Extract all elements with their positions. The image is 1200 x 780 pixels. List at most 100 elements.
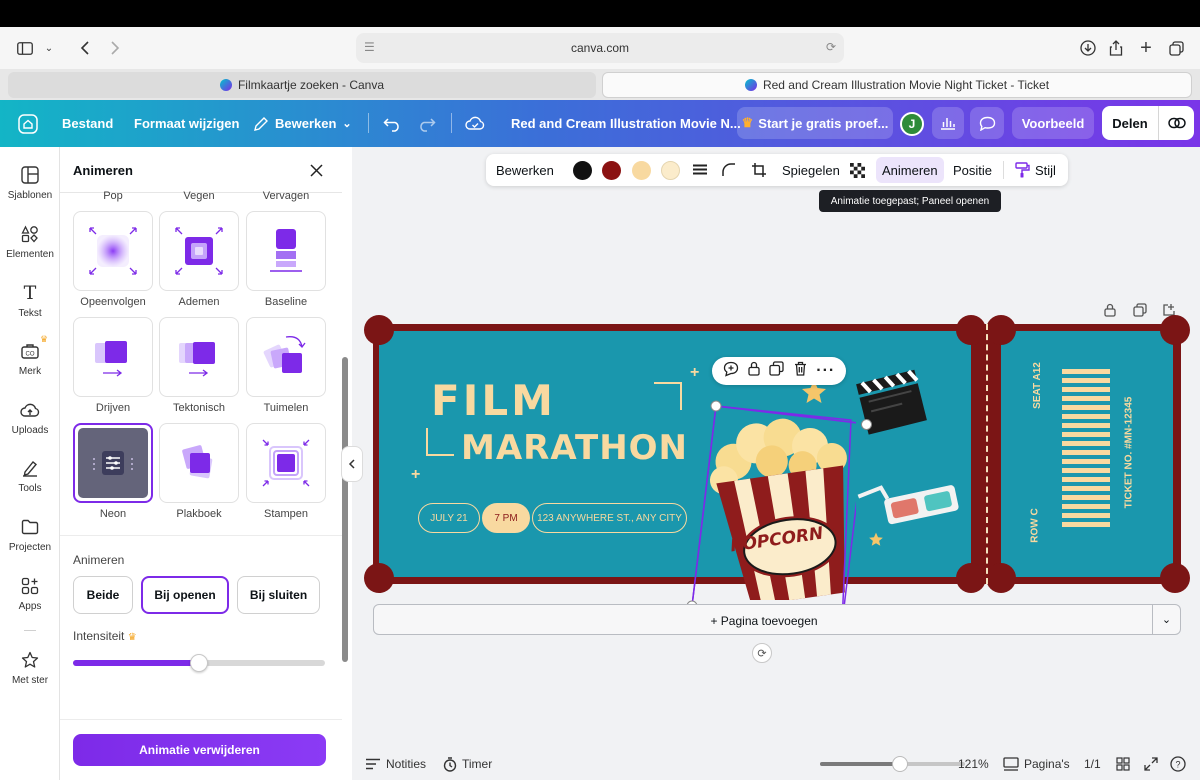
notes-button[interactable]: Notities — [365, 748, 426, 780]
lock-icon[interactable] — [1101, 302, 1119, 318]
avatar[interactable]: J — [900, 112, 924, 136]
animation-tile-baseline[interactable] — [246, 211, 326, 291]
close-icon[interactable] — [305, 159, 327, 181]
edit-menu[interactable]: Bewerken ⌄ — [253, 100, 352, 147]
comment-add-icon[interactable] — [723, 361, 739, 382]
sidebar-toggle-icon[interactable] — [12, 36, 38, 60]
duplicate-icon[interactable] — [769, 361, 785, 381]
row-text[interactable]: ROW C — [1030, 508, 1041, 542]
sidebar-item-brand[interactable]: CO ♛ Merk — [0, 334, 60, 391]
color-swatch[interactable] — [632, 161, 651, 180]
link-icon[interactable] — [1159, 117, 1194, 129]
sidebar-item-apps[interactable]: Apps — [0, 576, 60, 626]
chevron-down-icon[interactable]: ⌄ — [1152, 605, 1180, 634]
sidebar-item-projects[interactable]: Projecten — [0, 517, 60, 567]
grid-view-icon[interactable] — [1116, 748, 1130, 780]
zoom-slider[interactable] — [820, 756, 965, 772]
transparency-icon[interactable] — [850, 154, 865, 186]
remove-animation-button[interactable]: Animatie verwijderen — [73, 734, 326, 766]
ticket-number-text[interactable]: TICKET NO. #MN-12345 — [1123, 397, 1134, 509]
color-swatch[interactable] — [661, 161, 680, 180]
animation-tile-plakboek[interactable] — [159, 423, 239, 503]
chevron-down-icon[interactable]: ⌄ — [36, 36, 62, 60]
redo-icon[interactable] — [418, 100, 436, 147]
color-swatch[interactable] — [602, 161, 621, 180]
slider-handle[interactable] — [190, 654, 208, 672]
selection-handles[interactable] — [686, 398, 856, 628]
collapse-panel-button[interactable] — [341, 446, 363, 482]
document-title[interactable]: Red and Cream Illustration Movie N... — [511, 100, 741, 147]
style-button[interactable]: Stijl — [1015, 154, 1056, 186]
animation-label-vervagen: Vervagen — [262, 190, 310, 202]
ticket-title-line2[interactable]: MARATHON — [461, 428, 688, 468]
trial-button[interactable]: ♛ Start je gratis proef... — [737, 107, 893, 139]
address-bar[interactable]: ☰ canva.com ⟳ — [356, 33, 844, 63]
download-icon[interactable] — [1075, 36, 1101, 60]
duplicate-page-icon[interactable] — [1131, 302, 1149, 318]
back-icon[interactable] — [72, 36, 98, 60]
animation-tile-neon[interactable] — [73, 423, 153, 503]
animation-tile-ademen[interactable] — [159, 211, 239, 291]
animation-tile-opeenvolgen[interactable] — [73, 211, 153, 291]
sidebar-item-elements[interactable]: Elementen — [0, 224, 60, 274]
tab-ticket[interactable]: Red and Cream Illustration Movie Night T… — [602, 72, 1192, 98]
color-swatch[interactable] — [573, 161, 592, 180]
flip-button[interactable]: Spiegelen — [782, 154, 840, 186]
more-options-icon[interactable]: ··· — [816, 362, 835, 380]
slider-handle[interactable] — [891, 756, 908, 772]
preview-button[interactable]: Voorbeeld — [1012, 107, 1094, 139]
edit-image-button[interactable]: Bewerken — [496, 154, 554, 186]
cloud-save-icon[interactable] — [465, 100, 485, 147]
3d-glasses-icon[interactable] — [855, 474, 965, 534]
page-menu-icon[interactable]: ☰ — [364, 40, 375, 54]
lock-icon[interactable] — [748, 361, 760, 381]
timer-button[interactable]: Timer — [443, 748, 492, 780]
intensity-slider[interactable] — [73, 654, 325, 672]
file-menu[interactable]: Bestand — [62, 100, 113, 147]
rotate-icon[interactable]: ⟳ — [752, 643, 772, 663]
new-tab-icon[interactable]: + — [1133, 36, 1159, 60]
animation-tile-stampen[interactable] — [246, 423, 326, 503]
option-on-enter[interactable]: Bij openen — [141, 576, 229, 614]
tab-filmkaartje[interactable]: Filmkaartje zoeken - Canva — [8, 72, 596, 98]
insights-icon[interactable] — [932, 107, 964, 139]
sidebar-item-text[interactable]: T Tekst — [0, 282, 60, 333]
reload-icon[interactable]: ⟳ — [826, 40, 836, 54]
position-button[interactable]: Positie — [953, 154, 992, 186]
fullscreen-icon[interactable] — [1144, 748, 1158, 780]
ticket-title-line1[interactable]: FILM — [431, 376, 556, 425]
pages-button[interactable]: Pagina's — [1003, 748, 1070, 780]
animation-tile-tektonisch[interactable] — [159, 317, 239, 397]
animation-preview-icon — [270, 229, 302, 272]
add-page-button[interactable]: + Pagina toevoegen ⌄ — [373, 604, 1181, 635]
date-pill[interactable]: JULY 21 — [418, 503, 480, 533]
crop-icon[interactable] — [751, 154, 767, 186]
address-pill[interactable]: 123 ANYWHERE ST., ANY CITY — [532, 503, 687, 533]
resize-menu[interactable]: Formaat wijzigen — [134, 100, 239, 147]
trash-icon[interactable] — [794, 361, 807, 381]
option-on-exit[interactable]: Bij sluiten — [237, 576, 320, 614]
seat-text[interactable]: SEAT A12 — [1032, 362, 1043, 409]
help-icon[interactable]: ? — [1170, 748, 1186, 780]
forward-icon[interactable] — [102, 36, 128, 60]
sidebar-item-uploads[interactable]: Uploads — [0, 400, 60, 450]
border-style-icon[interactable] — [692, 154, 708, 186]
sidebar-item-templates[interactable]: Sjablonen — [0, 165, 60, 215]
home-icon[interactable] — [18, 100, 38, 147]
animate-button[interactable]: Animeren — [876, 157, 944, 183]
share-button[interactable]: Delen — [1102, 116, 1158, 131]
time-pill[interactable]: 7 PM — [482, 503, 530, 533]
zoom-value[interactable]: 121% — [958, 748, 989, 780]
resize-handle[interactable] — [861, 419, 872, 430]
share-icon[interactable] — [1103, 36, 1129, 60]
animation-tile-drijven[interactable] — [73, 317, 153, 397]
option-both[interactable]: Beide — [73, 576, 133, 614]
comment-icon[interactable] — [970, 107, 1004, 139]
sidebar-item-tools[interactable]: Tools — [0, 458, 60, 508]
corner-rounding-icon[interactable] — [722, 154, 736, 186]
panel-scrollbar[interactable] — [342, 357, 348, 662]
sidebar-item-starred[interactable]: Met ster — [0, 650, 60, 700]
undo-icon[interactable] — [383, 100, 401, 147]
animation-tile-tuimelen[interactable] — [246, 317, 326, 397]
tabs-overview-icon[interactable] — [1163, 36, 1189, 60]
